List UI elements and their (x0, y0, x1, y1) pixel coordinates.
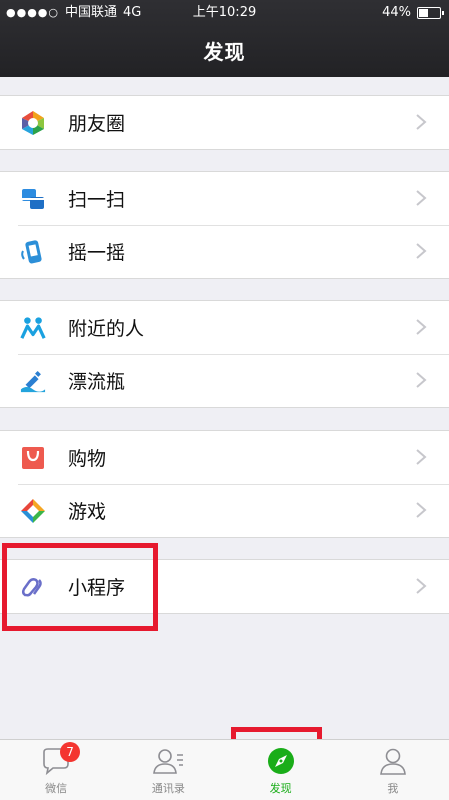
tab-label: 我 (387, 782, 399, 795)
navigation-bar: ●●●●○ 中国联通 4G 上午10:29 44% 发现 (0, 0, 449, 77)
tab-label: 微信 (45, 782, 68, 795)
status-bar: ●●●●○ 中国联通 4G 上午10:29 44% (0, 0, 449, 26)
menu-item-label: 扫一扫 (68, 189, 126, 211)
moments-icon (20, 110, 46, 136)
group-nearby: 附近的人 漂流瓶 (0, 300, 449, 408)
chevron-right-icon (416, 190, 427, 206)
tab-me[interactable]: 我 (337, 740, 449, 800)
unread-badge: 7 (60, 742, 81, 762)
menu-item-games[interactable]: 游戏 (0, 484, 449, 537)
menu-item-people-nearby[interactable]: 附近的人 (0, 301, 449, 354)
page-title: 发现 (203, 40, 246, 64)
menu-item-label: 附近的人 (68, 318, 145, 340)
chevron-right-icon (416, 502, 427, 518)
menu-item-label: 购物 (68, 448, 107, 470)
menu-item-label: 摇一摇 (68, 242, 126, 264)
discover-icon (263, 746, 299, 778)
tab-bar: 7 微信 通讯录 发现 我 (0, 739, 449, 800)
menu-item-moments[interactable]: 朋友圈 (0, 96, 449, 149)
menu-item-shopping[interactable]: 购物 (0, 431, 449, 484)
me-icon (375, 746, 411, 778)
battery-percent: 44% (382, 5, 411, 20)
group-scan-shake: 扫一扫 摇一摇 (0, 171, 449, 279)
chevron-right-icon (416, 114, 427, 130)
battery-icon (417, 7, 444, 19)
drift-bottle-icon (20, 368, 46, 394)
chat-icon: 7 (38, 742, 81, 778)
scan-icon (20, 186, 46, 212)
tab-chats[interactable]: 7 微信 (0, 740, 112, 800)
chevron-right-icon (416, 243, 427, 259)
menu-item-label: 朋友圈 (68, 113, 126, 135)
highlight-box-mini-program (2, 543, 158, 631)
shake-icon (20, 239, 46, 265)
tab-label: 发现 (269, 782, 292, 795)
tab-label: 通讯录 (151, 782, 185, 795)
tab-discover[interactable]: 发现 (225, 740, 337, 800)
group-moments: 朋友圈 (0, 95, 449, 150)
shopping-icon (20, 445, 46, 471)
menu-item-shake[interactable]: 摇一摇 (0, 225, 449, 278)
chevron-right-icon (416, 319, 427, 335)
menu-item-label: 漂流瓶 (68, 371, 126, 393)
games-icon (20, 498, 46, 524)
contacts-icon (150, 746, 186, 778)
chevron-right-icon (416, 449, 427, 465)
people-nearby-icon (20, 315, 46, 341)
chevron-right-icon (416, 372, 427, 388)
tab-contacts[interactable]: 通讯录 (112, 740, 224, 800)
group-shopping-games: 购物 游戏 (0, 430, 449, 538)
menu-item-drift-bottle[interactable]: 漂流瓶 (0, 354, 449, 407)
menu-item-scan[interactable]: 扫一扫 (0, 172, 449, 225)
menu-item-label: 游戏 (68, 501, 107, 523)
chevron-right-icon (416, 578, 427, 594)
